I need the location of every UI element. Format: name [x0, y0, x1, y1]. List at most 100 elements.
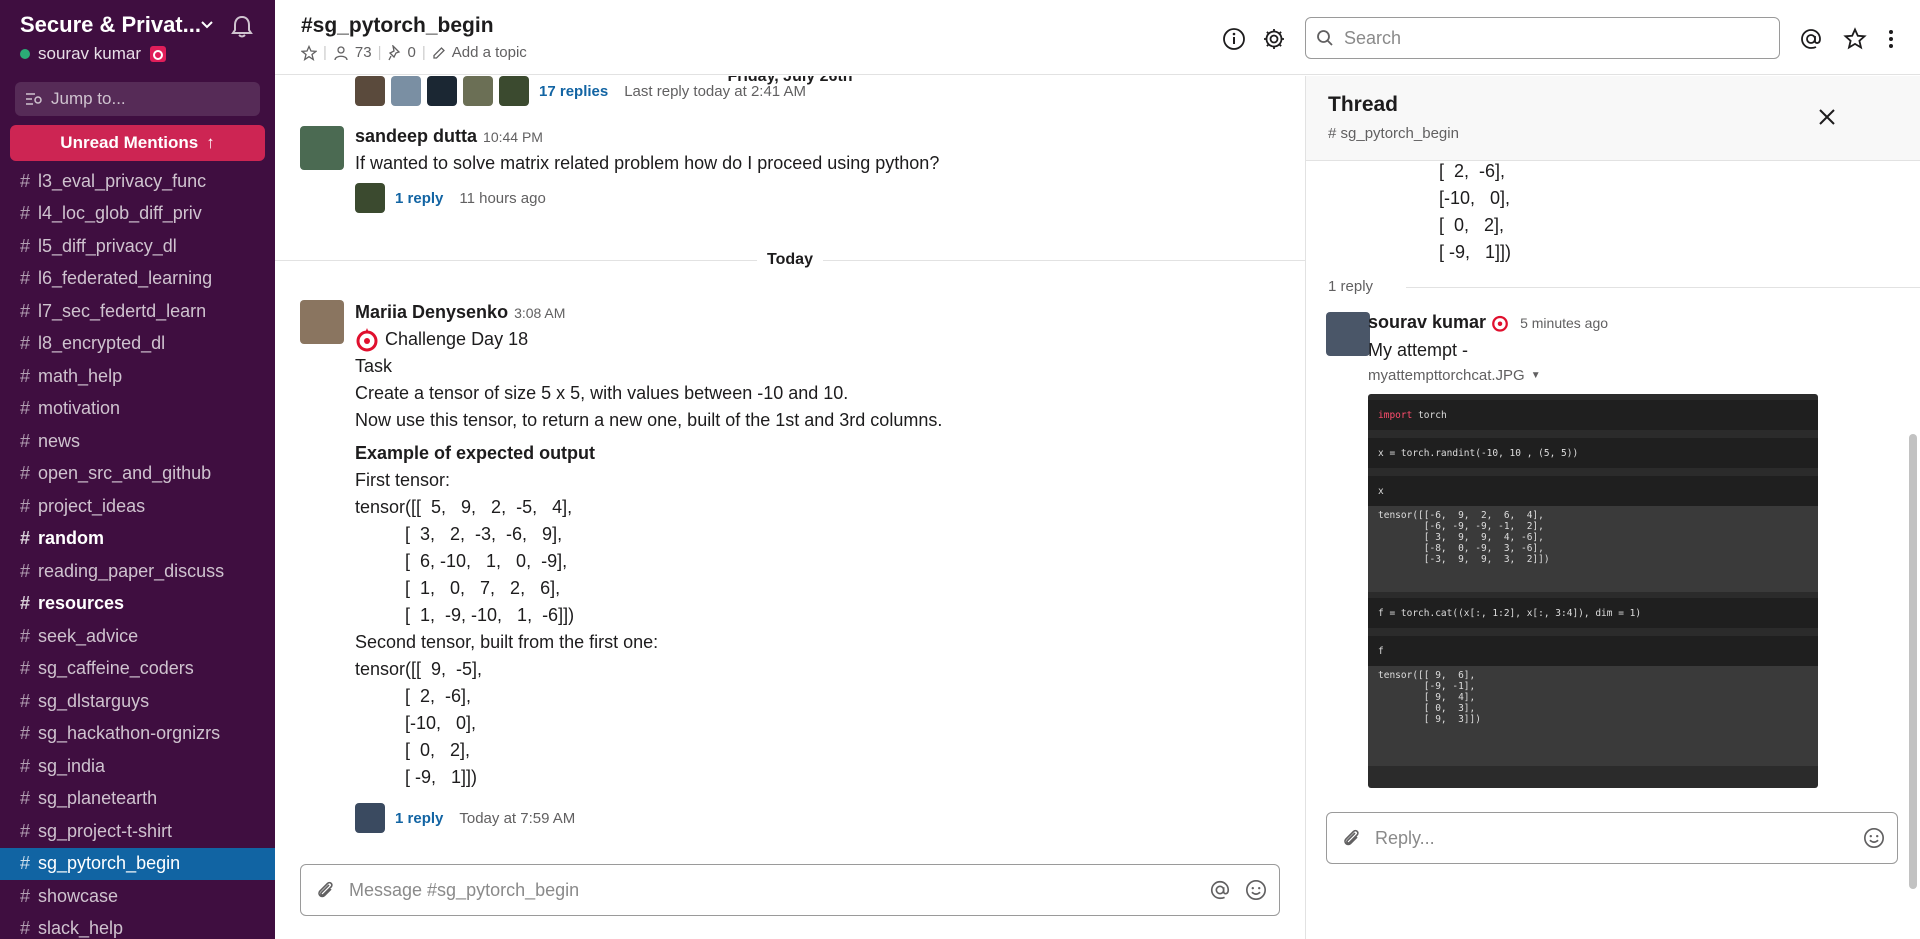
attached-image[interactable]: import torch x = torch.randint(-10, 10 ,…	[1368, 394, 1818, 788]
thread-header: Thread # sg_pytorch_begin	[1306, 76, 1920, 161]
chevron-down-icon[interactable]	[200, 17, 214, 31]
replies-link[interactable]: 1 reply	[395, 810, 443, 827]
avatar[interactable]	[300, 126, 344, 170]
message-body: Create a tensor of size 5 x 5, with valu…	[355, 383, 849, 403]
replies-link[interactable]: 17 replies	[539, 83, 608, 100]
star-icon[interactable]	[301, 44, 317, 61]
avatar[interactable]	[300, 300, 344, 344]
pin-icon[interactable]	[387, 44, 402, 61]
sidebar-item-channel[interactable]: # slack_help	[0, 913, 275, 939]
search-input[interactable]: Search	[1305, 17, 1780, 59]
attachment-icon[interactable]	[1341, 827, 1361, 849]
code-cell: x	[1368, 476, 1818, 506]
thread-replies-row[interactable]: 1 reply 11 hours ago	[355, 183, 546, 213]
message-author[interactable]: Mariia Denysenko 3:08 AM	[355, 302, 565, 323]
sidebar-item-channel[interactable]: # l6_federated_learning	[0, 263, 275, 296]
emoji-icon[interactable]	[1863, 827, 1885, 849]
message-body: Now use this tensor, to return a new one…	[355, 410, 943, 430]
close-icon[interactable]	[1816, 106, 1838, 128]
member-icon[interactable]	[333, 45, 349, 61]
mentions-icon[interactable]	[1799, 27, 1823, 51]
member-count[interactable]: 73	[355, 44, 372, 61]
hash-icon: #	[20, 885, 31, 906]
jump-to-icon	[26, 93, 42, 105]
thread-replies-row[interactable]: 1 reply Today at 7:59 AM	[355, 803, 575, 833]
arrow-up-icon: ↑	[206, 133, 215, 152]
thread-channel-link[interactable]: # sg_pytorch_begin	[1328, 125, 1459, 142]
sidebar-item-channel-unread[interactable]: # random	[0, 523, 275, 556]
hash-icon: #	[20, 463, 31, 484]
message-author[interactable]: sandeep dutta 10:44 PM	[355, 126, 543, 147]
starred-items-icon[interactable]	[1843, 27, 1867, 51]
reply-input[interactable]: Reply...	[1326, 812, 1898, 864]
hash-icon: #	[20, 528, 31, 549]
last-reply-time: Today at 7:59 AM	[459, 809, 576, 827]
sidebar-item-channel[interactable]: # sg_india	[0, 750, 275, 783]
sidebar-item-channel-active[interactable]: # sg_pytorch_begin	[0, 847, 275, 880]
task-label: Task	[355, 356, 393, 376]
message-timestamp[interactable]: 3:08 AM	[514, 305, 565, 321]
sidebar-item-channel[interactable]: # l5_diff_privacy_dl	[0, 230, 275, 263]
sidebar-item-channel[interactable]: # l4_loc_glob_diff_priv	[0, 198, 275, 231]
info-icon[interactable]	[1222, 27, 1246, 51]
replies-link[interactable]: 1 reply	[395, 190, 443, 207]
caret-down-icon[interactable]: ▼	[1531, 370, 1541, 381]
gear-icon[interactable]	[1262, 27, 1286, 51]
sidebar-item-channel[interactable]: # l7_sec_federtd_learn	[0, 295, 275, 328]
sidebar-item-channel-unread[interactable]: # resources	[0, 588, 275, 621]
hash-icon: #	[20, 820, 31, 841]
message-input[interactable]: Message #sg_pytorch_begin	[300, 864, 1280, 916]
sidebar-item-channel[interactable]: # project_ideas	[0, 490, 275, 523]
sidebar-item-channel[interactable]: # math_help	[0, 360, 275, 393]
channel-title[interactable]: #sg_pytorch_begin	[301, 14, 494, 38]
emoji-icon[interactable]	[1245, 879, 1267, 901]
sidebar-item-channel[interactable]: # l8_encrypted_dl	[0, 328, 275, 361]
mention-icon[interactable]	[1209, 879, 1231, 901]
second-tensor-label: Second tensor, built from the first one:	[355, 632, 659, 652]
sidebar-item-channel[interactable]: # sg_project-t-shirt	[0, 815, 275, 848]
sidebar-item-channel[interactable]: # reading_paper_discuss	[0, 555, 275, 588]
sidebar-item-channel[interactable]: # sg_caffeine_coders	[0, 653, 275, 686]
sidebar-item-channel[interactable]: # news	[0, 425, 275, 458]
attachment-icon[interactable]	[315, 879, 335, 901]
divider: |	[377, 44, 382, 61]
current-user[interactable]: sourav kumar	[20, 44, 167, 64]
message-author[interactable]: sourav kumar 5 minutes ago	[1368, 312, 1608, 333]
avatar[interactable]	[1326, 312, 1370, 356]
code-output: tensor([[-6, 9, 2, 6, 4], [-6, -9, -9, -…	[1368, 506, 1818, 592]
bell-icon[interactable]	[229, 14, 255, 40]
code-cell: f = torch.cat((x[:, 1:2], x[:, 3:4]), di…	[1368, 598, 1818, 628]
jump-to-button[interactable]: Jump to...	[15, 82, 260, 116]
sidebar-item-channel[interactable]: # l3_eval_privacy_func	[0, 165, 275, 198]
file-name-row[interactable]: myattempttorchcat.JPG ▼	[1368, 367, 1541, 384]
sidebar-item-channel[interactable]: # seek_advice	[0, 620, 275, 653]
sidebar-item-channel[interactable]: # sg_dlstarguys	[0, 685, 275, 718]
sidebar-item-channel[interactable]: # sg_planetearth	[0, 783, 275, 816]
unread-mentions-button[interactable]: Unread Mentions ↑	[10, 125, 265, 161]
pencil-icon[interactable]	[432, 46, 446, 60]
date-divider-label[interactable]: Friday, July 26th	[717, 76, 863, 86]
sidebar: Secure & Privat... sourav kumar Jump to.…	[0, 0, 275, 939]
hash-icon: #	[20, 560, 31, 581]
date-divider-label[interactable]: Today	[757, 251, 823, 269]
scrollbar[interactable]	[1909, 434, 1917, 889]
message-body: If wanted to solve matrix related proble…	[355, 153, 940, 173]
pin-count[interactable]: 0	[408, 44, 416, 61]
hash-icon: #	[20, 170, 31, 191]
channel-meta: | 73 | 0 | Add a topic	[301, 44, 527, 61]
message-timestamp[interactable]: 10:44 PM	[483, 129, 543, 145]
code-cell: x = torch.randint(-10, 10 , (5, 5))	[1368, 438, 1818, 468]
workspace-name[interactable]: Secure & Privat...	[20, 12, 201, 38]
sidebar-item-channel[interactable]: # showcase	[0, 880, 275, 913]
sidebar-item-channel[interactable]: # open_src_and_github	[0, 458, 275, 491]
sidebar-item-channel[interactable]: # sg_hackathon-orgnizrs	[0, 718, 275, 751]
message-timestamp[interactable]: 5 minutes ago	[1520, 315, 1608, 331]
add-topic-link[interactable]: Add a topic	[452, 44, 527, 61]
file-name[interactable]: myattempttorchcat.JPG	[1368, 367, 1525, 384]
hash-icon: #	[20, 918, 31, 939]
divider: |	[421, 44, 426, 61]
status-emoji-icon	[149, 46, 166, 62]
message-body: My attempt -	[1368, 340, 1469, 360]
more-vertical-icon[interactable]	[1879, 27, 1903, 51]
sidebar-item-channel[interactable]: # motivation	[0, 393, 275, 426]
